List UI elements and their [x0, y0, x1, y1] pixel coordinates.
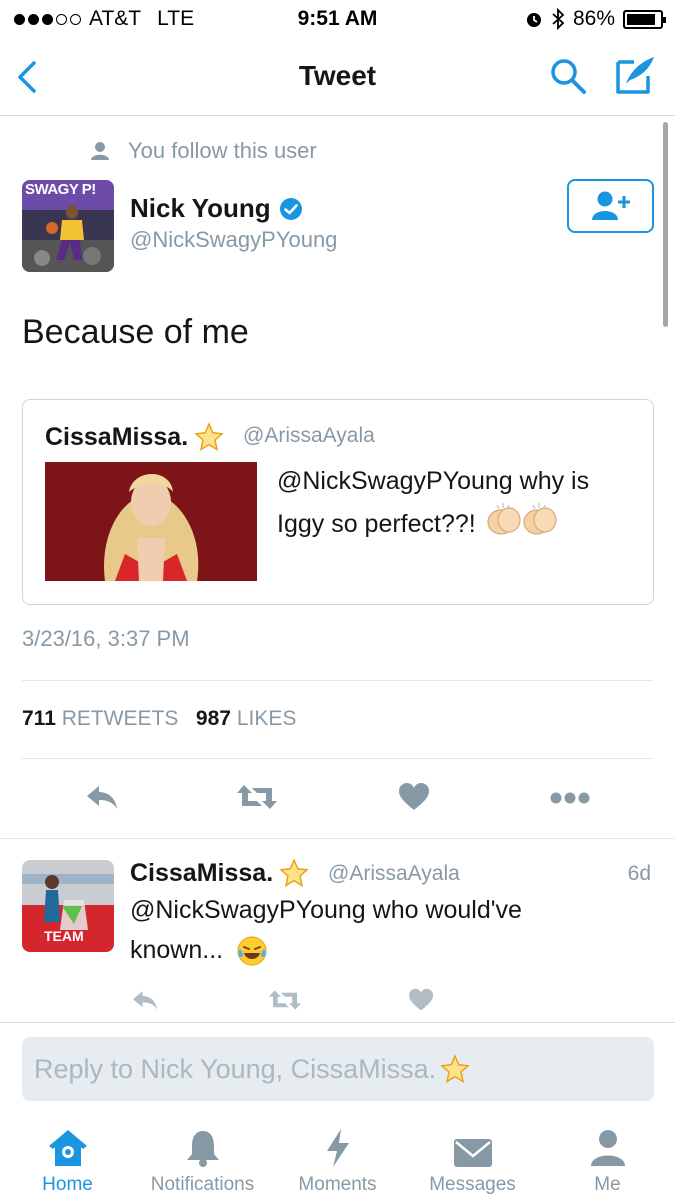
- bluetooth-icon: [552, 8, 565, 30]
- tweet-timestamp: 3/23/16, 3:37 PM: [22, 626, 190, 651]
- envelope-icon: [453, 1139, 492, 1167]
- battery-percent: 86%: [572, 7, 615, 30]
- tab-moments-label: Moments: [298, 1174, 377, 1195]
- reply-text-line1: @NickSwagyPYoung who would've: [130, 896, 522, 924]
- person-small-icon: [91, 142, 109, 160]
- reply-author-avatar[interactable]: TEAM: [22, 860, 114, 952]
- status-right: 86%: [525, 7, 666, 31]
- divider: [22, 680, 653, 681]
- tweet-text: Because of me: [22, 313, 249, 351]
- person-icon: [590, 1130, 625, 1166]
- reply-icon[interactable]: [84, 782, 120, 812]
- verified-badge-icon: [279, 197, 302, 220]
- tab-messages-label: Messages: [429, 1174, 516, 1195]
- reply-text-line2-wrap: known...: [130, 930, 630, 970]
- star-emoji-icon: [440, 1054, 470, 1084]
- quote-author-name[interactable]: CissaMissa.: [45, 422, 224, 452]
- likes-label[interactable]: LIKES: [237, 707, 297, 730]
- reply-author-handle[interactable]: @ArissaAyala: [328, 862, 460, 886]
- reply-retweet-icon[interactable]: [268, 988, 302, 1012]
- retweet-icon[interactable]: [236, 782, 278, 812]
- tab-moments[interactable]: Moments: [270, 1126, 405, 1196]
- star-emoji-icon: [194, 422, 224, 452]
- avatar-text: SWAGY P!: [25, 181, 96, 198]
- tab-me[interactable]: Me: [540, 1126, 675, 1196]
- divider: [22, 758, 653, 759]
- reply-like-heart-icon[interactable]: [408, 988, 434, 1012]
- quote-author-handle[interactable]: @ArissaAyala: [243, 424, 375, 448]
- author-name-text[interactable]: Nick Young: [130, 193, 271, 224]
- reply-text-line2: known...: [130, 936, 224, 964]
- retweets-label[interactable]: RETWEETS: [62, 707, 179, 730]
- search-icon[interactable]: [548, 56, 588, 96]
- compose-icon[interactable]: [612, 54, 656, 96]
- reply-author-name[interactable]: CissaMissa.: [130, 858, 309, 888]
- bell-icon: [186, 1131, 219, 1167]
- author-avatar[interactable]: SWAGY P!: [22, 180, 114, 272]
- follow-note-text: You follow this user: [128, 138, 317, 163]
- laughing-tears-emoji-icon: [237, 936, 267, 966]
- tab-messages[interactable]: Messages: [405, 1126, 540, 1196]
- add-user-icon: [591, 191, 630, 220]
- quoted-tweet[interactable]: CissaMissa. @ArissaAyala @NickSwagyPYoun…: [22, 399, 654, 605]
- retweets-count[interactable]: 711: [22, 707, 56, 730]
- tweet-stats: 711 RETWEETS 987 LIKES: [22, 707, 296, 731]
- follow-button[interactable]: [567, 179, 654, 233]
- reply-placeholder: Reply to Nick Young, CissaMissa.: [34, 1053, 437, 1084]
- author-name[interactable]: Nick Young: [130, 193, 303, 224]
- more-dots-icon[interactable]: [550, 792, 590, 804]
- lightning-icon: [326, 1129, 349, 1167]
- quote-text: @NickSwagyPYoung why is Iggy so perfect?…: [277, 460, 637, 549]
- author-handle[interactable]: @NickSwagyPYoung: [130, 227, 337, 253]
- scrollbar[interactable]: [663, 122, 668, 327]
- nav-bar: Tweet: [0, 40, 675, 116]
- divider: [0, 838, 675, 839]
- status-bar: AT&T LTE 9:51 AM 86%: [0, 0, 675, 40]
- tab-bar: Home Notifications Moments Messages Me: [0, 1112, 675, 1200]
- reply-reply-icon[interactable]: [130, 988, 160, 1012]
- reply-input[interactable]: Reply to Nick Young, CissaMissa.: [22, 1037, 654, 1101]
- like-heart-icon[interactable]: [398, 782, 430, 812]
- reply-author-name-text[interactable]: CissaMissa.: [130, 859, 273, 888]
- reply-text: @NickSwagyPYoung who would've known...: [130, 890, 630, 970]
- quote-image[interactable]: [45, 462, 257, 581]
- tab-me-label: Me: [594, 1174, 621, 1195]
- tab-home-label: Home: [42, 1174, 93, 1195]
- likes-count[interactable]: 987: [196, 707, 231, 730]
- follow-note: You follow this user: [90, 138, 317, 164]
- home-icon: [48, 1130, 87, 1166]
- reply-bar: Reply to Nick Young, CissaMissa.: [0, 1022, 675, 1112]
- tab-home[interactable]: Home: [0, 1126, 135, 1196]
- battery-icon: [623, 9, 666, 29]
- clapping-hands-emoji-icon: [483, 502, 561, 549]
- alarm-icon: [526, 13, 541, 27]
- reply-avatar-text: TEAM: [44, 928, 84, 944]
- tab-notifications[interactable]: Notifications: [135, 1126, 270, 1196]
- star-emoji-icon: [279, 858, 309, 888]
- reply-time: 6d: [627, 862, 651, 885]
- tab-notifications-label: Notifications: [150, 1174, 255, 1195]
- quote-author-name-text[interactable]: CissaMissa.: [45, 423, 188, 452]
